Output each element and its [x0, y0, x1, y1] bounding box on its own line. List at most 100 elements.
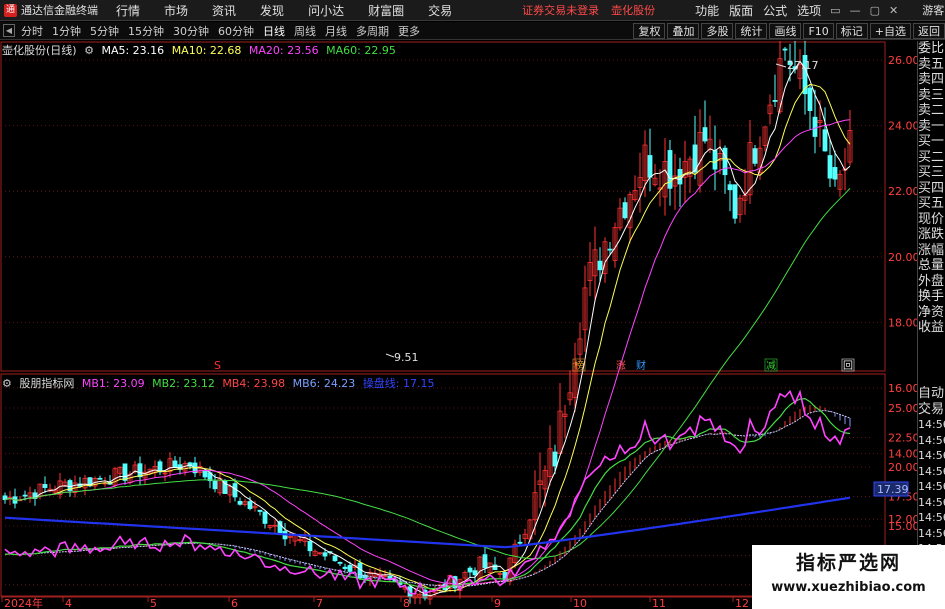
watermark-url: www.xuezhibiao.com — [771, 580, 926, 595]
date-axis: 2024年 4 5 6 7 8 9 10 11 12 — [1, 596, 749, 609]
tick-row-4: 14:56 — [918, 449, 945, 462]
period-daily[interactable]: 日线 — [263, 23, 285, 39]
maximize-icon[interactable]: ▢ — [870, 4, 880, 17]
candle-body — [222, 480, 228, 494]
watermark: 指标严选网 www.xuezhibiao.com — [752, 545, 945, 609]
candle-body — [307, 541, 313, 552]
tool-statistics[interactable]: 统计 — [735, 23, 768, 39]
candle-body — [122, 463, 128, 481]
price-tick-label: 20.00 — [888, 251, 917, 264]
tool-multi-stock[interactable]: 多股 — [701, 23, 734, 39]
tool-f10[interactable]: F10 — [803, 23, 834, 39]
candle-body — [807, 87, 813, 112]
side-label-1: 卖五 — [918, 56, 945, 72]
moving-average-lines — [4, 60, 851, 597]
tool-add-watchlist[interactable]: +自选 — [869, 23, 911, 39]
tool-back[interactable]: 返回 — [913, 23, 945, 39]
candle-body — [172, 460, 178, 468]
candle-body — [22, 494, 28, 497]
event-marker-bang[interactable]: 榜 — [574, 359, 584, 372]
x-tick-label: 7 — [316, 597, 323, 609]
side-label-6: 买一 — [918, 134, 945, 149]
side-label-15: 外盘 — [918, 273, 945, 289]
close-icon[interactable]: ✕ — [889, 4, 898, 17]
low-price-label: 9.51 — [394, 351, 419, 364]
menu-news[interactable]: 资讯 — [212, 2, 236, 19]
side-label-10: 买五 — [918, 196, 945, 211]
collapse-arrow-icon[interactable]: ◀ — [3, 24, 15, 37]
indicator-legend: ⚙ 股朋指标网 MB1: 23.09 MB2: 23.12 MB4: 23.98… — [2, 375, 439, 390]
menu-formula[interactable]: 公式 — [763, 2, 787, 19]
price-tick-label: 26.00 — [888, 54, 917, 67]
side-label-18: 收益 — [918, 320, 945, 335]
candle-body — [732, 184, 738, 219]
mb6-label: MB6: 24.23 — [292, 377, 356, 390]
menu-trade[interactable]: 交易 — [428, 2, 452, 19]
candle-body — [492, 564, 498, 570]
current-stock-name: 壶化股份 — [611, 4, 656, 17]
candle-body — [237, 500, 243, 505]
menu-ask-xiaoda[interactable]: 问小达 — [308, 2, 344, 19]
event-marker-cai[interactable]: 财 — [636, 359, 646, 372]
menu-discover[interactable]: 发现 — [260, 2, 284, 19]
x-tick-label: 10 — [573, 597, 587, 609]
side-label-7: 买二 — [918, 149, 945, 165]
restore-window-icon[interactable]: ▭ — [830, 4, 840, 17]
candle-body — [212, 480, 218, 490]
menu-options[interactable]: 选项 — [797, 2, 821, 19]
period-1min[interactable]: 1分钟 — [52, 23, 81, 39]
x-tick-label: 5 — [150, 597, 157, 609]
period-intraday[interactable]: 分时 — [21, 23, 43, 39]
period-toolbar: ◀ 分时 1分钟 5分钟 15分钟 30分钟 60分钟 日线 周线 月线 多周期… — [0, 22, 945, 40]
indicator-gear-icon[interactable]: ⚙ — [2, 377, 12, 390]
menu-layout[interactable]: 版面 — [729, 2, 753, 19]
candle-body — [772, 100, 778, 102]
x-tick-label: 4 — [65, 597, 72, 609]
mb2-line — [4, 397, 851, 590]
candle-body — [607, 248, 613, 251]
tool-adjust[interactable]: 复权 — [633, 23, 666, 39]
mb1-line — [4, 389, 851, 595]
ma-legend: 壶化股份(日线) ⚙ MA5: 23.16 MA10: 22.68 MA20: … — [2, 42, 400, 57]
menu-functions[interactable]: 功能 — [695, 2, 719, 19]
price-tick-label: 14.00 — [888, 448, 917, 461]
side-label-3: 卖三 — [918, 87, 945, 103]
menu-wealth-circle[interactable]: 财富圈 — [368, 2, 404, 19]
event-marker-s[interactable]: S — [214, 359, 221, 372]
x-tick-label: 11 — [652, 597, 666, 609]
period-multi[interactable]: 多周期 — [356, 23, 389, 39]
tool-mark[interactable]: 标记 — [835, 23, 868, 39]
candle-body — [472, 570, 478, 576]
side-label-17: 净资 — [918, 304, 945, 320]
event-marker-jian[interactable]: 减 — [766, 360, 776, 372]
mb2-label: MB2: 23.12 — [152, 377, 215, 390]
chart-title[interactable]: 壶化股份(日线) — [2, 44, 77, 57]
candlesticks — [2, 41, 853, 605]
period-monthly[interactable]: 月线 — [325, 23, 347, 39]
kline-chart[interactable]: 27.17 9.51 S 榜 涨 财 减 回 26.00 24.00 22.00 20… — [0, 41, 917, 609]
ma5-line — [4, 60, 851, 597]
x-tick-label: 2024年 — [4, 596, 43, 609]
menu-market[interactable]: 市场 — [164, 2, 188, 19]
period-more[interactable]: 更多 — [398, 23, 420, 39]
chart-tools: 复权 叠加 多股 统计 画线 F10 标记 +自选 返回 — [631, 22, 945, 40]
event-marker-zhang[interactable]: 涨 — [616, 360, 626, 372]
candle-body — [247, 501, 253, 509]
settings-gear-icon[interactable]: ⚙ — [84, 44, 94, 57]
event-marker-hui[interactable]: 回 — [843, 360, 853, 372]
indicator-name[interactable]: 股朋指标网 — [19, 377, 74, 390]
login-status[interactable]: 证券交易未登录 — [522, 2, 599, 18]
period-15min[interactable]: 15分钟 — [128, 23, 164, 39]
period-30min[interactable]: 30分钟 — [173, 23, 209, 39]
menu-quotes[interactable]: 行情 — [116, 2, 140, 19]
tool-overlay[interactable]: 叠加 — [667, 23, 700, 39]
candle-body — [97, 477, 103, 480]
period-weekly[interactable]: 周线 — [294, 23, 316, 39]
candle-body — [727, 184, 733, 191]
period-60min[interactable]: 60分钟 — [218, 23, 254, 39]
minimize-icon[interactable]: — — [850, 4, 861, 17]
tool-draw-line[interactable]: 画线 — [769, 23, 802, 39]
guest-user[interactable]: 游客 — [922, 2, 944, 18]
candle-body — [702, 127, 708, 142]
period-5min[interactable]: 5分钟 — [90, 23, 119, 39]
